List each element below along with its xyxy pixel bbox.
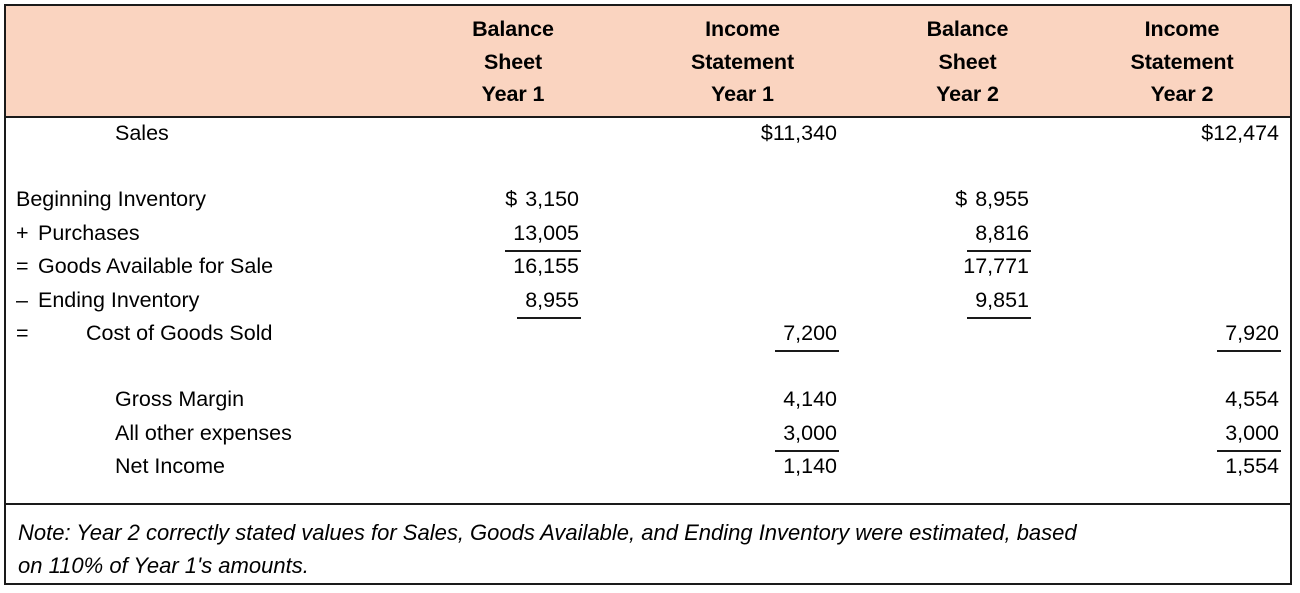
cell-goods-available-is2	[1074, 251, 1290, 281]
footnote-line-1: Note: Year 2 correctly stated values for…	[18, 520, 1077, 545]
cell-sales-is2: $12,474	[1201, 121, 1279, 145]
cell-goods-available-is1	[624, 251, 861, 281]
cell-purchases-bs1: 13,005	[402, 218, 624, 252]
cell-goods-available-bs2: 17,771	[963, 254, 1029, 279]
cell-all-other-expenses-bs1	[402, 418, 624, 448]
table-row-net-income: Net Income 1,140 1,554	[6, 451, 1290, 484]
cell-net-income-bs2	[861, 451, 1074, 481]
cell-cogs-bs2	[861, 318, 1074, 348]
cell-net-income-is2: 1,554	[1225, 454, 1279, 479]
header-line-3: Year 2	[1150, 82, 1214, 107]
table-header-row: Balance Sheet Year 1 Income Statement Ye…	[6, 6, 1290, 118]
header-line-1: Balance	[926, 16, 1009, 41]
cell-purchases-bs2: 8,816	[861, 218, 1074, 252]
row-label-text: Cost of Goods Sold	[86, 320, 273, 345]
row-label-text: Ending Inventory	[38, 287, 200, 312]
amount: 8,955	[975, 187, 1029, 212]
table-row-goods-available-for-sale: = Goods Available for Sale 16,155 17,771	[6, 251, 1290, 284]
cell-beginning-inventory-bs1: $3,150	[402, 184, 624, 214]
inventory-error-table: Balance Sheet Year 1 Income Statement Ye…	[4, 4, 1292, 585]
header-line-3: Year 2	[936, 82, 999, 107]
header-line-3: Year 1	[711, 82, 774, 107]
table-row-gross-margin: Gross Margin 4,140 4,554	[6, 384, 1290, 417]
table-row-cost-of-goods-sold: = Cost of Goods Sold 7,200 7,920	[6, 318, 1290, 352]
header-line-2: Sheet	[938, 49, 997, 74]
header-line-2: Statement	[690, 49, 795, 74]
operator-equals: =	[16, 254, 29, 279]
header-cell-label-blank	[6, 6, 402, 116]
currency-symbol: $	[955, 187, 968, 212]
table-row-sales: Sales $11,340 $12,474	[6, 118, 1290, 151]
table-row-all-other-expenses: All other expenses 3,000 3,000	[6, 418, 1290, 452]
row-label: Gross Margin	[115, 387, 245, 412]
table-body: Sales $11,340 $12,474 Beginning Inventor…	[6, 118, 1290, 503]
operator-plus: +	[16, 220, 29, 245]
row-label-text: Beginning Inventory	[16, 187, 207, 212]
row-label-text: Purchases	[38, 220, 140, 245]
row-label-text: Goods Available for Sale	[38, 254, 274, 279]
cell-beginning-inventory-bs2: $8,955	[861, 184, 1074, 214]
footnote: Note: Year 2 correctly stated values for…	[6, 505, 1290, 582]
cell-sales-bs2	[861, 118, 1074, 148]
table-row-spacer-1	[6, 151, 1290, 184]
cell-gross-margin-is2: 4,554	[1225, 387, 1279, 412]
cell-cogs-is1: 7,200	[624, 318, 861, 352]
header-cell-income-statement-year-1: Income Statement Year 1	[624, 6, 861, 116]
cell-gross-margin-bs2	[861, 384, 1074, 414]
row-label: + Purchases	[6, 218, 402, 248]
row-label: = Goods Available for Sale	[6, 251, 402, 281]
row-label: Net Income	[115, 454, 225, 479]
cell-net-income-bs1	[402, 451, 624, 481]
operator-equals: =	[16, 320, 29, 345]
row-label: All other expenses	[115, 420, 292, 445]
cell-purchases-is1	[624, 218, 861, 248]
header-cell-income-statement-year-2: Income Statement Year 2	[1074, 6, 1290, 116]
cell-cogs-is2: 7,920	[1074, 318, 1290, 352]
header-line-2: Sheet	[483, 49, 543, 74]
cell-ending-inventory-is1	[624, 285, 861, 315]
cell-beginning-inventory-is1	[624, 184, 861, 214]
cell-ending-inventory-bs1: 8,955	[402, 285, 624, 319]
amount: 3,150	[525, 187, 579, 212]
cell-all-other-expenses-is2: 3,000	[1074, 418, 1290, 452]
currency-symbol: $	[505, 187, 518, 212]
cell-net-income-is1: 1,140	[783, 454, 837, 479]
footnote-line-2: on 110% of Year 1's amounts.	[18, 553, 309, 578]
header-line-3: Year 1	[481, 82, 545, 107]
cell-all-other-expenses-bs2	[861, 418, 1074, 448]
cell-ending-inventory-bs2: 9,851	[861, 285, 1074, 319]
table-row-ending-inventory: – Ending Inventory 8,955 9,851	[6, 285, 1290, 319]
row-label: Beginning Inventory	[6, 184, 402, 214]
row-label: Sales	[115, 121, 169, 145]
cell-ending-inventory-is2	[1074, 285, 1290, 315]
cell-sales-is1: $11,340	[760, 121, 837, 145]
header-line-2: Statement	[1130, 49, 1234, 74]
header-line-1: Income	[1144, 16, 1220, 41]
cell-sales-bs1	[402, 118, 624, 148]
cell-all-other-expenses-is1: 3,000	[624, 418, 861, 452]
table-row-purchases: + Purchases 13,005 8,816	[6, 218, 1290, 252]
header-cell-balance-sheet-year-2: Balance Sheet Year 2	[861, 6, 1074, 116]
cell-gross-margin-is1: 4,140	[783, 387, 837, 412]
cell-beginning-inventory-is2	[1074, 184, 1290, 214]
cell-cogs-bs1	[402, 318, 624, 348]
table-row-beginning-inventory: Beginning Inventory $3,150 $8,955	[6, 184, 1290, 217]
cell-purchases-is2	[1074, 218, 1290, 248]
header-cell-balance-sheet-year-1: Balance Sheet Year 1	[402, 6, 624, 116]
row-label: = Cost of Goods Sold	[6, 318, 402, 348]
operator-minus: –	[16, 287, 28, 312]
header-line-1: Balance	[472, 16, 554, 41]
cell-gross-margin-bs1	[402, 384, 624, 414]
table-row-spacer-2	[6, 351, 1290, 384]
header-line-1: Income	[705, 16, 780, 41]
row-label: – Ending Inventory	[6, 285, 402, 315]
cell-goods-available-bs1: 16,155	[513, 254, 579, 279]
